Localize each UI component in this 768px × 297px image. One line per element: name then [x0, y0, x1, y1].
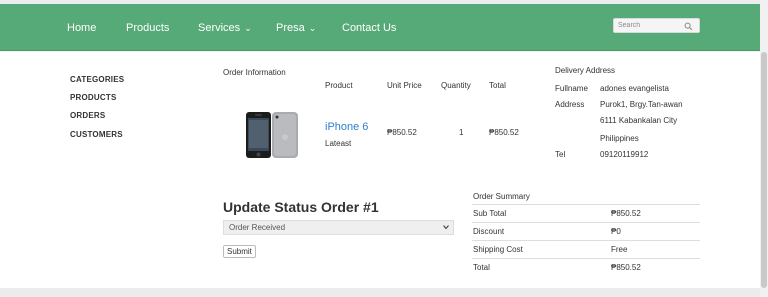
col-quantity: Quantity [441, 81, 471, 90]
summary-row: Shipping Cost Free [472, 240, 700, 258]
nav-home[interactable]: Home [67, 22, 96, 34]
col-product: Product [325, 81, 353, 90]
summary-heading: Order Summary [473, 192, 530, 201]
summary-value: ₱850.52 [611, 263, 641, 272]
unit-price: ₱850.52 [387, 128, 417, 137]
col-total: Total [489, 81, 506, 90]
line-total: ₱850.52 [489, 128, 519, 137]
sidebar-item-products[interactable]: PRODUCTS [70, 93, 117, 102]
col-unit-price: Unit Price [387, 81, 422, 90]
nav-services-label: Services [198, 22, 241, 34]
summary-row: Discount ₱0 [472, 222, 700, 240]
summary-value: ₱850.52 [611, 209, 641, 218]
search-input[interactable] [618, 20, 682, 31]
address-line-1: Purok1, Brgy.Tan-awan [600, 100, 683, 109]
status-selected-value: Order Received [229, 223, 286, 232]
summary-label: Sub Total [473, 209, 507, 218]
scrollbar-thumb[interactable] [761, 52, 767, 288]
page-footer-strip [0, 288, 760, 297]
nav-products[interactable]: Products [126, 22, 169, 34]
chevron-down-icon: ⌄ [308, 23, 317, 33]
address-line-2: 6111 Kabankalan City [600, 116, 678, 125]
fullname-value: adones evangelista [600, 84, 669, 93]
summary-label: Discount [473, 227, 505, 236]
scrollbar[interactable] [760, 0, 768, 297]
delivery-heading: Delivery Address [555, 66, 616, 75]
submit-button[interactable]: Submit [223, 245, 256, 258]
chevron-down-icon: ⌄ [244, 23, 252, 33]
order-info-heading: Order Information [223, 68, 286, 77]
search-icon[interactable] [684, 22, 693, 31]
quantity: 1 [459, 128, 464, 137]
main-content: CATEGORIES PRODUCTS ORDERS CUSTOMERS Ord… [0, 52, 760, 288]
product-image [246, 112, 298, 158]
product-link[interactable]: iPhone 6 [325, 121, 368, 133]
status-select[interactable]: Order Received [223, 220, 454, 235]
chevron-down-icon [443, 225, 449, 230]
fullname-label: Fullname [555, 84, 588, 93]
summary-row: Total ₱850.52 [472, 258, 700, 276]
status-title: Update Status Order #1 [223, 199, 379, 215]
address-line-3: Philippines [600, 134, 639, 143]
sidebar-item-categories[interactable]: CATEGORIES [70, 75, 124, 84]
nav-presa[interactable]: Presa ⌄ [276, 22, 316, 34]
summary-value: ₱0 [611, 227, 621, 236]
search-box [613, 18, 700, 33]
nav-services[interactable]: Services ⌄ [198, 22, 252, 34]
sidebar-item-customers[interactable]: CUSTOMERS [70, 130, 123, 139]
summary-label: Total [473, 263, 490, 272]
sidebar-item-orders[interactable]: ORDERS [70, 111, 105, 120]
summary-value: Free [611, 245, 628, 254]
product-tag: Lateast [325, 139, 352, 148]
summary-label: Shipping Cost [473, 245, 523, 254]
tel-label: Tel [555, 150, 566, 159]
nav-presa-label: Presa [276, 22, 305, 34]
nav-contact[interactable]: Contact Us [342, 22, 396, 34]
address-label: Address [555, 100, 585, 109]
summary-row: Sub Total ₱850.52 [472, 204, 700, 222]
navbar: Home Products Services ⌄ Presa ⌄ Contact U… [0, 4, 760, 51]
tel-value: 09120119912 [600, 150, 649, 159]
